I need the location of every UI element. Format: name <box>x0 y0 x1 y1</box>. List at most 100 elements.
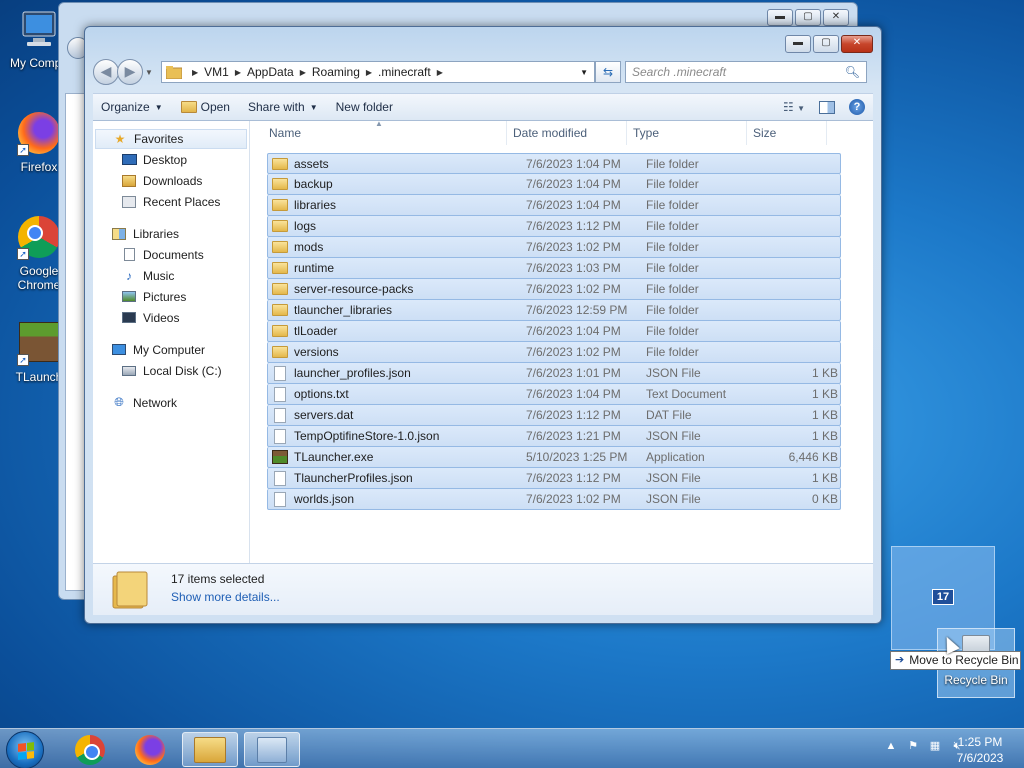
show-hidden-icons-icon[interactable]: ▲ <box>884 739 898 753</box>
network-status-icon[interactable]: ▦ <box>928 739 942 753</box>
taskbar-chrome[interactable] <box>62 732 118 767</box>
search-icon[interactable]: 🔍︎ <box>845 65 860 79</box>
file-row[interactable]: backup 7/6/2023 1:04 PM File folder <box>267 174 841 195</box>
file-date: 7/6/2023 1:02 PM <box>526 240 621 254</box>
file-row[interactable]: mods 7/6/2023 1:02 PM File folder <box>267 237 841 258</box>
file-row[interactable]: TlauncherProfiles.json 7/6/2023 1:12 PM JS… <box>267 468 841 489</box>
taskbar-control-panel[interactable] <box>244 732 300 767</box>
column-name[interactable]: ▲ Name <box>251 119 507 145</box>
nav-documents[interactable]: Documents <box>93 244 249 265</box>
file-name-cell: assets <box>268 157 526 171</box>
nav-downloads-label: Downloads <box>143 173 203 188</box>
taskbar-explorer[interactable] <box>182 732 238 767</box>
file-row[interactable]: launcher_profiles.json 7/6/2023 1:01 PM JS… <box>267 363 841 384</box>
minimize-button[interactable]: ▬ <box>767 9 793 26</box>
breadcrumb-minecraft[interactable]: .minecraft <box>378 65 431 79</box>
file-name-cell: servers.dat <box>268 407 526 423</box>
breadcrumb-vm1[interactable]: VM1 <box>204 65 229 79</box>
new-folder-button[interactable]: New folder <box>336 100 393 114</box>
file-type: JSON File <box>646 471 701 485</box>
back-button[interactable]: ◀ <box>93 59 119 85</box>
file-list-pane[interactable]: ▲ Name Date modified Type Size assets 7/6/… <box>251 119 873 563</box>
file-row[interactable]: assets 7/6/2023 1:04 PM File folder <box>267 153 841 174</box>
file-size: 0 KB <box>811 492 838 506</box>
column-size-label: Size <box>753 126 777 140</box>
address-dropdown-icon[interactable]: ▼ <box>580 68 588 77</box>
explorer-window[interactable]: ▬ ▢ ✕ ◀ ▶ ▼ ▶ VM1 ▶ AppData ▶ Roaming ▶ … <box>84 26 882 624</box>
action-center-icon[interactable]: ⚑ <box>906 739 920 753</box>
content-area: ★ Favorites Desktop Downloads Recent Pla… <box>93 119 873 563</box>
nav-downloads[interactable]: Downloads <box>93 170 249 191</box>
column-type[interactable]: Type <box>627 121 747 145</box>
file-date: 7/6/2023 1:02 PM <box>526 345 621 359</box>
clock-date: 7/6/2023 <box>956 751 1004 765</box>
nav-libraries[interactable]: Libraries <box>93 223 249 244</box>
folder-icon <box>272 304 288 316</box>
close-button[interactable]: ✕ <box>823 9 849 26</box>
chevron-down-icon: ▼ <box>154 102 163 112</box>
breadcrumb-appdata[interactable]: AppData <box>247 65 294 79</box>
shortcut-arrow-icon: ➚ <box>17 248 29 260</box>
file-row[interactable]: servers.dat 7/6/2023 1:12 PM DAT File 1 KB <box>267 405 841 426</box>
refresh-button[interactable]: ⇆ <box>595 61 621 83</box>
organize-button[interactable]: Organize ▼ <box>101 100 163 114</box>
file-row[interactable]: runtime 7/6/2023 1:03 PM File folder <box>267 258 841 279</box>
file-row[interactable]: tlLoader 7/6/2023 1:04 PM File folder <box>267 321 841 342</box>
navigation-pane[interactable]: ★ Favorites Desktop Downloads Recent Pla… <box>93 121 250 563</box>
forward-button[interactable]: ▶ <box>117 59 143 85</box>
clock[interactable]: 1:25 PM 7/6/2023 <box>950 734 1010 766</box>
file-row[interactable]: TLauncher.exe 5/10/2023 1:25 PM Applicatio… <box>267 447 841 468</box>
nav-pictures[interactable]: Pictures <box>93 286 249 307</box>
file-name-cell: libraries <box>268 198 526 212</box>
file-row[interactable]: server-resource-packs 7/6/2023 1:02 PM Fil… <box>267 279 841 300</box>
column-name-label: Name <box>269 126 302 140</box>
breadcrumb-separator-icon[interactable]: ▶ <box>235 68 241 77</box>
nav-local-disk[interactable]: Local Disk (C:) <box>93 360 249 381</box>
nav-desktop[interactable]: Desktop <box>93 149 249 170</box>
start-button[interactable] <box>6 731 44 768</box>
breadcrumb-roaming[interactable]: Roaming <box>312 65 360 79</box>
nav-my-computer[interactable]: My Computer <box>93 339 249 360</box>
file-name-cell: versions <box>268 345 526 359</box>
minimize-button[interactable]: ▬ <box>785 35 811 53</box>
file-row[interactable]: TempOptifineStore-1.0.json 7/6/2023 1:21 … <box>267 426 841 447</box>
maximize-button[interactable]: ▢ <box>813 35 839 53</box>
star-icon: ★ <box>114 132 126 146</box>
taskbar-firefox[interactable] <box>122 732 178 767</box>
column-size[interactable]: Size <box>747 121 827 145</box>
nav-recent-places[interactable]: Recent Places <box>93 191 249 212</box>
search-box[interactable]: 🔍︎ <box>625 61 867 83</box>
file-row[interactable]: tlauncher_libraries 7/6/2023 12:59 PM File… <box>267 300 841 321</box>
file-row[interactable]: worlds.json 7/6/2023 1:02 PM JSON File 0 KB <box>267 489 841 510</box>
network-icon: 🌐︎ <box>114 395 124 409</box>
breadcrumb-separator-icon[interactable]: ▶ <box>300 68 306 77</box>
desktop-icon <box>121 153 137 167</box>
open-label: Open <box>200 100 230 114</box>
search-input[interactable] <box>632 65 845 79</box>
file-row[interactable]: libraries 7/6/2023 1:04 PM File folder <box>267 195 841 216</box>
nav-favorites-label: Favorites <box>134 132 184 146</box>
tlauncher-icon: ➚ <box>17 322 61 366</box>
view-options-icon[interactable]: ☷ ▼ <box>783 100 805 114</box>
breadcrumb-separator-icon[interactable]: ▶ <box>437 68 443 77</box>
preview-pane-icon[interactable] <box>819 100 835 114</box>
nav-music[interactable]: ♪ Music <box>93 265 249 286</box>
show-more-details-link[interactable]: Show more details... <box>171 590 280 604</box>
nav-favorites[interactable]: ★ Favorites <box>95 129 247 149</box>
column-date-modified[interactable]: Date modified <box>507 121 627 145</box>
address-bar[interactable]: ▶ VM1 ▶ AppData ▶ Roaming ▶ .minecraft ▶… <box>161 61 595 83</box>
nav-videos[interactable]: Videos <box>93 307 249 328</box>
file-row[interactable]: versions 7/6/2023 1:02 PM File folder <box>267 342 841 363</box>
share-with-button[interactable]: Share with ▼ <box>248 100 318 114</box>
recent-pages-dropdown[interactable]: ▼ <box>145 68 157 77</box>
close-button[interactable]: ✕ <box>841 35 873 53</box>
maximize-button[interactable]: ▢ <box>795 9 821 26</box>
file-row[interactable]: logs 7/6/2023 1:12 PM File folder <box>267 216 841 237</box>
file-name: options.txt <box>294 387 349 401</box>
help-icon[interactable]: ? <box>849 99 865 115</box>
breadcrumb-separator-icon[interactable]: ▶ <box>366 68 372 77</box>
open-button[interactable]: Open <box>180 100 230 114</box>
file-row[interactable]: options.txt 7/6/2023 1:04 PM Text Document… <box>267 384 841 405</box>
nav-network[interactable]: 🌐︎ Network <box>93 392 249 413</box>
breadcrumb-separator-icon[interactable]: ▶ <box>192 68 198 77</box>
